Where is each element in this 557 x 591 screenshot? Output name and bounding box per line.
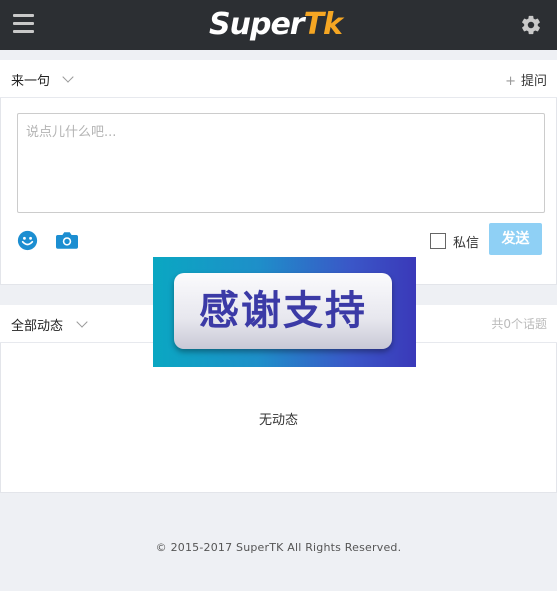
gear-icon[interactable] [520, 14, 542, 36]
ask-question-button[interactable]: + 提问 [505, 70, 547, 89]
hamburger-menu-icon[interactable] [13, 14, 34, 34]
private-message-checkbox[interactable] [430, 233, 446, 249]
plus-icon: + [505, 74, 516, 89]
compose-header: 来一句 + 提问 [0, 60, 557, 98]
private-message-label: 私信 [453, 236, 480, 251]
logo-accent-text: Tk [303, 7, 343, 42]
thanks-text: 感谢支持 [199, 288, 367, 334]
camera-icon[interactable] [56, 231, 78, 250]
chevron-down-icon[interactable] [62, 71, 74, 83]
logo-primary-text: Super [209, 7, 305, 42]
post-textarea[interactable] [17, 113, 545, 213]
topic-count: 共0个话题 [491, 317, 547, 331]
emoji-icon[interactable] [17, 230, 38, 251]
app-logo[interactable]: SuperTk [209, 6, 343, 44]
footer-copyright: © 2015-2017 SuperTK All Rights Reserved. [155, 541, 402, 554]
thanks-overlay-image: 感谢支持 [153, 257, 416, 367]
top-navbar: SuperTk [0, 0, 557, 50]
feed-filter-title[interactable]: 全部动态 [11, 315, 63, 334]
ask-label: 提问 [520, 74, 547, 89]
empty-state-text: 无动态 [258, 413, 298, 428]
chevron-down-icon[interactable] [76, 316, 88, 328]
compose-title[interactable]: 来一句 [11, 70, 50, 89]
send-button[interactable]: 发送 [489, 223, 542, 255]
thanks-plate: 感谢支持 [174, 273, 392, 349]
